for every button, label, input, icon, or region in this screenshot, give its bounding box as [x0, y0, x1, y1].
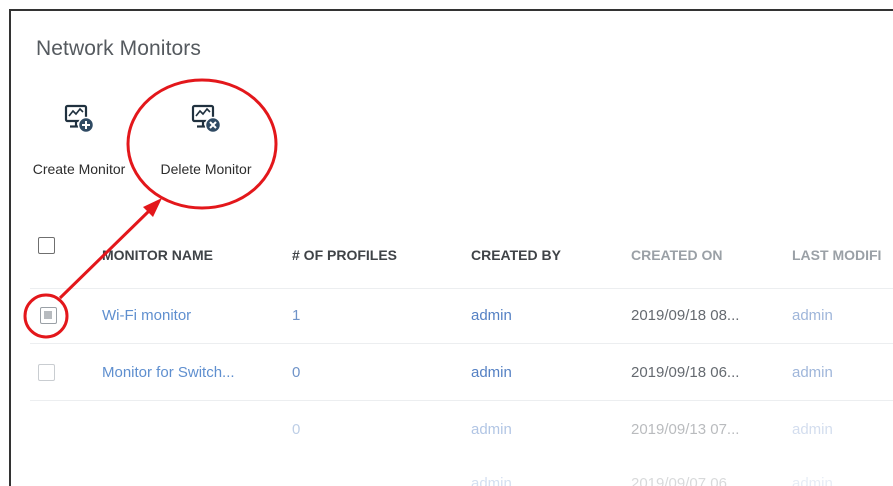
row-checkbox[interactable] [38, 364, 55, 381]
last-modified-by: admin [792, 364, 833, 381]
last-modified-by: admin [792, 421, 833, 438]
delete-monitor-button[interactable]: Delete Monitor [147, 103, 265, 177]
created-on: 2019/09/18 08... [631, 307, 740, 324]
last-modified-by: admin [792, 307, 833, 324]
created-on: 2019/09/13 07... [631, 421, 740, 438]
column-header-created-on[interactable]: CREATED ON [631, 247, 723, 263]
column-header-last-modified[interactable]: LAST MODIFI [792, 247, 881, 263]
profiles-count[interactable]: 1 [292, 307, 300, 324]
created-by: admin [471, 307, 512, 324]
profiles-count[interactable]: 0 [292, 364, 300, 381]
created-on: 2019/09/18 06... [631, 364, 740, 381]
last-modified-by: admin [792, 475, 833, 486]
monitor-delete-icon [189, 103, 223, 137]
column-header-monitor-name[interactable]: MONITOR NAME [102, 247, 213, 263]
created-by: admin [471, 421, 512, 438]
monitor-name-link[interactable]: Monitor for Switch... [102, 364, 235, 381]
page-title: Network Monitors [36, 37, 201, 60]
delete-monitor-label: Delete Monitor [160, 161, 252, 177]
row-divider [30, 400, 893, 401]
create-monitor-button[interactable]: Create Monitor [21, 103, 137, 177]
monitor-name-link[interactable]: Wi-Fi monitor [102, 307, 191, 324]
row-checkbox[interactable] [40, 307, 57, 324]
create-monitor-label: Create Monitor [32, 161, 126, 177]
profiles-count[interactable]: 0 [292, 421, 300, 438]
monitor-add-icon [62, 103, 96, 137]
header-divider [30, 288, 893, 289]
network-monitors-panel: Network Monitors Create Monitor Delete M… [9, 9, 893, 486]
column-header-created-by[interactable]: CREATED BY [471, 247, 561, 263]
select-all-checkbox[interactable] [38, 237, 55, 254]
created-by: admin [471, 475, 512, 486]
row-divider [30, 343, 893, 344]
created-on: 2019/09/07 06... [631, 475, 740, 486]
created-by: admin [471, 364, 512, 381]
column-header-profiles[interactable]: # OF PROFILES [292, 247, 397, 263]
